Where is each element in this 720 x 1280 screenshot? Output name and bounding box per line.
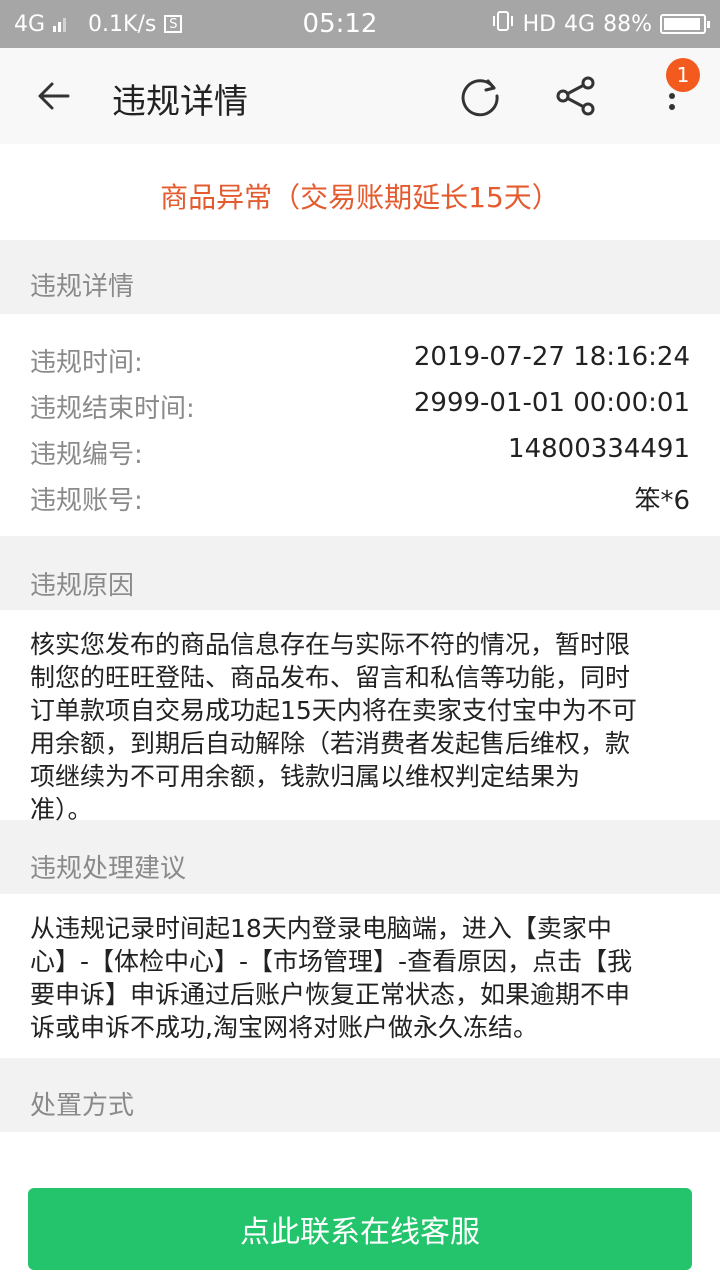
share-icon[interactable] bbox=[554, 74, 598, 118]
status-bar: 4G 0.1K/s S 05:12 HD 4G 88% bbox=[0, 0, 720, 48]
detail-row-time: 违规时间: 2019-07-27 18:16:24 bbox=[30, 342, 690, 382]
reason-card: 核实您发布的商品信息存在与实际不符的情况，暂时限 制您的旺旺登陆、商品发布、留言… bbox=[0, 610, 720, 824]
section-title-disposal: 处置方式 bbox=[30, 1091, 135, 1121]
battery-percent: 88% bbox=[603, 11, 652, 37]
detail-row-account: 违规账号: 笨*6 bbox=[30, 480, 690, 520]
notification-badge: 1 bbox=[666, 58, 700, 92]
suggestion-line: 从违规记录时间起18天内登录电脑端，进入【卖家中 bbox=[30, 914, 612, 943]
signal-icon bbox=[53, 16, 67, 32]
reason-line: 用余额，到期后自动解除（若消费者发起售后维权，款 bbox=[30, 729, 631, 758]
reason-line: 制您的旺旺登陆、商品发布、留言和私信等功能，同时 bbox=[30, 663, 631, 692]
top-toolbar: 违规详情 1 bbox=[0, 48, 720, 144]
detail-value: 2999-01-01 00:00:01 bbox=[413, 388, 690, 418]
section-title-reason: 违规原因 bbox=[30, 571, 135, 601]
reason-line: 准）。 bbox=[30, 795, 93, 824]
refresh-icon[interactable] bbox=[458, 74, 502, 118]
page-title: 违规详情 bbox=[112, 82, 248, 122]
network-type: 4G bbox=[14, 11, 46, 37]
reason-line: 订单款项自交易成功起15天内将在卖家支付宝中为不可 bbox=[30, 696, 637, 725]
battery-icon bbox=[660, 14, 710, 34]
contact-support-button[interactable]: 点此联系在线客服 bbox=[28, 1188, 692, 1270]
section-title-details: 违规详情 bbox=[30, 272, 135, 302]
suggestion-line: 要申诉】申诉通过后账户恢复正常状态，如果逾期不申 bbox=[30, 980, 631, 1009]
vibrate-icon bbox=[491, 10, 515, 38]
detail-value: 14800334491 bbox=[508, 434, 690, 464]
reason-line: 核实您发布的商品信息存在与实际不符的情况，暂时限 bbox=[30, 630, 631, 659]
detail-label: 违规账号: bbox=[30, 486, 143, 516]
clock: 05:12 bbox=[302, 9, 378, 39]
network-speed: 0.1K/s bbox=[88, 11, 157, 37]
reason-line: 项继续为不可用余额，钱款归属以维权判定结果为 bbox=[30, 762, 581, 791]
detail-row-end-time: 违规结束时间: 2999-01-01 00:00:01 bbox=[30, 388, 690, 428]
detail-value: 2019-07-27 18:16:24 bbox=[413, 342, 690, 372]
detail-label: 违规时间: bbox=[30, 348, 143, 378]
suggestion-line: 诉或申诉不成功,淘宝网将对账户做永久冻结。 bbox=[30, 1013, 538, 1042]
detail-label: 违规编号: bbox=[30, 440, 143, 470]
section-title-suggestion: 违规处理建议 bbox=[30, 854, 187, 884]
s-app-icon: S bbox=[164, 15, 183, 33]
detail-label: 违规结束时间: bbox=[30, 394, 195, 424]
network-type-right: 4G bbox=[564, 11, 596, 37]
reason-text: 核实您发布的商品信息存在与实际不符的情况，暂时限 制您的旺旺登陆、商品发布、留言… bbox=[30, 628, 692, 826]
details-card: 违规时间: 2019-07-27 18:16:24 违规结束时间: 2999-0… bbox=[0, 314, 720, 536]
suggestion-line: 心】-【体检中心】-【市场管理】-查看原因，点击【我 bbox=[30, 947, 633, 976]
detail-value: 笨*6 bbox=[634, 486, 690, 516]
suggestion-text: 从违规记录时间起18天内登录电脑端，进入【卖家中 心】-【体检中心】-【市场管理… bbox=[30, 912, 692, 1044]
hd-label: HD bbox=[522, 11, 557, 37]
detail-row-number: 违规编号: 14800334491 bbox=[30, 434, 690, 474]
suggestion-card: 从违规记录时间起18天内登录电脑端，进入【卖家中 心】-【体检中心】-【市场管理… bbox=[0, 894, 720, 1058]
back-arrow-icon[interactable] bbox=[34, 76, 74, 116]
violation-headline: 商品异常（交易账期延长15天） bbox=[0, 144, 720, 240]
